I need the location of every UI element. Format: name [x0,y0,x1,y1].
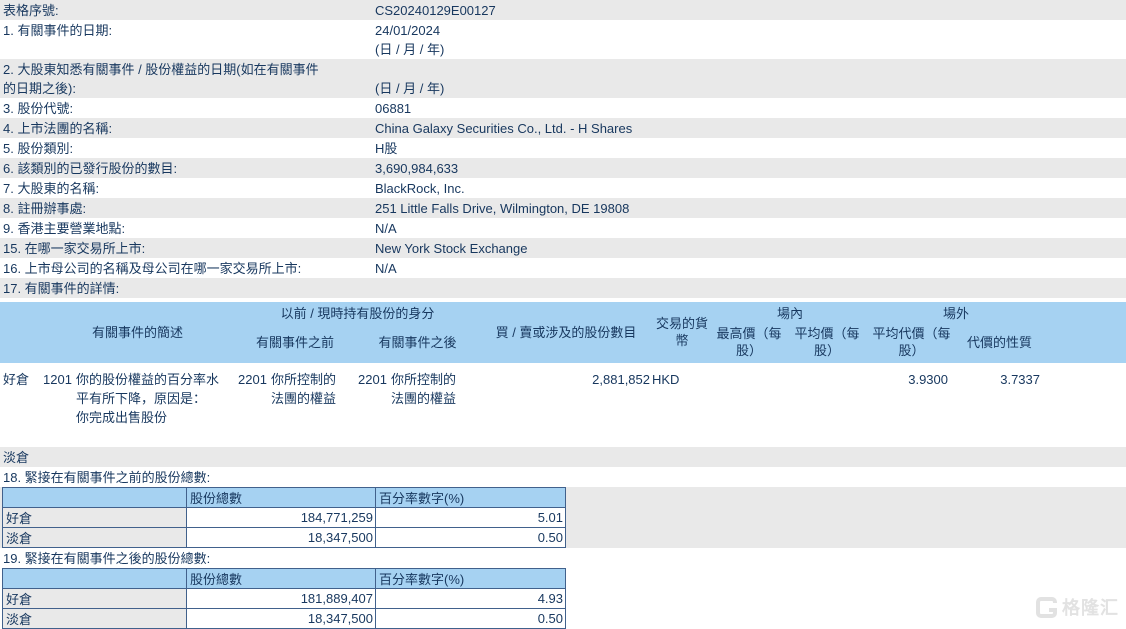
hk-place-of-business: N/A [375,221,397,236]
row-label: 2. 大股東知悉有關事件 / 股份權益的日期(如在有關事件 的日期之後): [3,62,319,96]
watermark-text: 格隆汇 [1062,598,1119,618]
col-header-currency: 交易的貨幣 [655,316,708,348]
event-code: 1201 [43,372,72,387]
col-header-total-shares: 股份總數 [186,487,376,508]
registered-office: 251 Little Falls Drive, Wilmington, DE 1… [375,201,630,216]
col-header-average-consideration: 平均代價（每股） [872,326,951,358]
form-row: 9. 香港主要營業地點: N/A [0,218,1126,238]
form-row: 2. 大股東知悉有關事件 / 股份權益的日期(如在有關事件 的日期之後): (日… [0,59,1126,98]
capacity-before-cell: 2201 你所控制的法團的權益 [235,370,355,438]
percentage-value: 0.50 [375,527,566,548]
position-label: 好倉 [2,507,187,528]
substantial-shareholder-name: BlackRock, Inc. [375,181,465,196]
table-row: 淡倉 18,347,500 0.50 [2,527,566,548]
col-header-percentage: 百分率數字(%) [375,487,566,508]
form-row: 5. 股份類別: H股 [0,138,1126,158]
col-group-capacity: 以前 / 現時持有股份的身分 [280,306,435,321]
awareness-date-format: (日 / 月 / 年) [375,81,445,96]
col-header-after-event: 有關事件之後 [378,334,457,350]
total-shares-value: 184,771,259 [186,507,376,528]
event-description-text: 你的股份權益的百分率水平有所下降，原因是： 你完成出售股份 [76,372,220,425]
capacity-code: 2201 [238,372,267,387]
stock-code: 06881 [375,101,412,116]
col-group-on-exchange: 場內 [776,306,803,321]
col-header-total-shares: 股份總數 [186,568,376,589]
totals-before-table: 股份總數 百分率數字(%) 好倉 184,771,259 5.01 淡倉 18,… [2,487,566,548]
col-header-percentage: 百分率數字(%) [375,568,566,589]
row-label: 5. 股份類別: [3,141,74,156]
section-19-title: 19. 緊接在有關事件之後的股份總數: [3,551,211,566]
share-class: H股 [375,141,398,156]
form-row: 17. 有關事件的詳情: [0,278,1126,298]
average-price-value: 3.7337 [1000,372,1040,387]
form-row: 7. 大股東的名稱: BlackRock, Inc. [0,178,1126,198]
form-serial-number: CS20240129E00127 [375,3,496,18]
totals-before-table-area: 股份總數 百分率數字(%) 好倉 184,771,259 5.01 淡倉 18,… [0,487,1126,548]
row-label: 9. 香港主要營業地點: [3,221,126,236]
capacity-before-text: 你所控制的法團的權益 [271,372,337,406]
form-row: 15. 在哪一家交易所上市: New York Stock Exchange [0,238,1126,258]
capacity-after-text: 你所控制的法團的權益 [391,372,457,406]
col-header-description: 有關事件的簡述 [91,324,183,340]
totals-after-table: 股份總數 百分率數字(%) 好倉 181,889,407 4.93 淡倉 18,… [2,568,566,629]
col-header-highest-price: 最高價（每股） [716,326,782,358]
event-row-short-position: 淡倉 [0,447,1126,467]
table-header-row: 股份總數 百分率數字(%) [2,487,566,508]
highest-price-value: 3.9300 [908,372,948,387]
event-table-header: 有關事件的簡述 以前 / 現時持有股份的身分 有關事件之前 有關事件之後 買 /… [0,302,1126,363]
parent-company-listing: N/A [375,261,397,276]
form-row: 16. 上市母公司的名稱及母公司在哪一家交易所上市: N/A [0,258,1126,278]
capacity-after-cell: 2201 你所控制的法團的權益 [355,370,480,438]
row-label: 表格序號: [3,3,59,18]
row-label: 1. 有關事件的日期: [3,23,113,38]
col-header-average-price: 平均價（每股） [794,326,860,358]
row-label: 4. 上市法團的名稱: [3,121,113,136]
total-shares-value: 181,889,407 [186,588,376,609]
currency-value: HKD [652,372,680,387]
table-row: 好倉 181,889,407 4.93 [2,588,566,609]
table-row: 好倉 184,771,259 5.01 [2,507,566,528]
row-label: 6. 該類別的已發行股份的數目: [3,161,178,176]
disclosure-form-page: 表格序號: CS20240129E00127 1. 有關事件的日期: 24/01… [0,0,1126,629]
totals-after-table-area: 股份總數 百分率數字(%) 好倉 181,889,407 4.93 淡倉 18,… [0,568,1126,629]
gelonghui-logo-icon [1036,596,1057,618]
form-row: 6. 該類別的已發行股份的數目: 3,690,984,633 [0,158,1126,178]
row-label: 17. 有關事件的詳情: [3,281,120,296]
percentage-value: 5.01 [375,507,566,528]
event-description-cell: 1201 你的股份權益的百分率水平有所下降，原因是： 你完成出售股份 [40,370,235,438]
position-label: 好倉 [2,588,187,609]
form-row: 8. 註冊辦事處: 251 Little Falls Drive, Wilmin… [0,198,1126,218]
capacity-code: 2201 [358,372,387,387]
section-18-title: 18. 緊接在有關事件之前的股份總數: [3,470,211,485]
issued-shares-count: 3,690,984,633 [375,161,459,176]
position-label: 淡倉 [2,527,187,548]
row-label: 16. 上市母公司的名稱及母公司在哪一家交易所上市: [3,261,302,276]
col-header-before-event: 有關事件之前 [255,334,334,350]
form-row: 表格序號: CS20240129E00127 [0,0,1126,20]
row-label: 8. 註冊辦事處: [3,201,87,216]
col-group-off-exchange: 場外 [942,306,969,321]
col-header-shares-involved: 買 / 賣或涉及的股份數目 [495,324,637,340]
event-row-long-position: 好倉 1201 你的股份權益的百分率水平有所下降，原因是： 你完成出售股份 22… [0,363,1126,447]
row-label: 7. 大股東的名稱: [3,181,100,196]
col-header-consideration-nature: 代價的性質 [966,334,1032,350]
relevant-event-date: 24/01/2024 (日 / 月 / 年) [375,23,445,57]
position-label: 好倉 [3,372,30,387]
shares-involved-value: 2,881,852 [592,372,650,387]
form-row: 4. 上市法團的名稱: China Galaxy Securities Co.,… [0,118,1126,138]
table-header-row: 股份總數 百分率數字(%) [2,568,566,589]
form-row: 1. 有關事件的日期: 24/01/2024 (日 / 月 / 年) [0,20,1126,59]
row-label: 15. 在哪一家交易所上市: [3,241,146,256]
form-row: 3. 股份代號: 06881 [0,98,1126,118]
gelonghui-watermark: 格隆汇 [1036,594,1119,620]
total-shares-value: 18,347,500 [186,527,376,548]
percentage-value: 4.93 [375,588,566,609]
listing-exchange: New York Stock Exchange [375,241,528,256]
listed-corporation-name: China Galaxy Securities Co., Ltd. - H Sh… [375,121,633,136]
row-label: 3. 股份代號: [3,101,74,116]
